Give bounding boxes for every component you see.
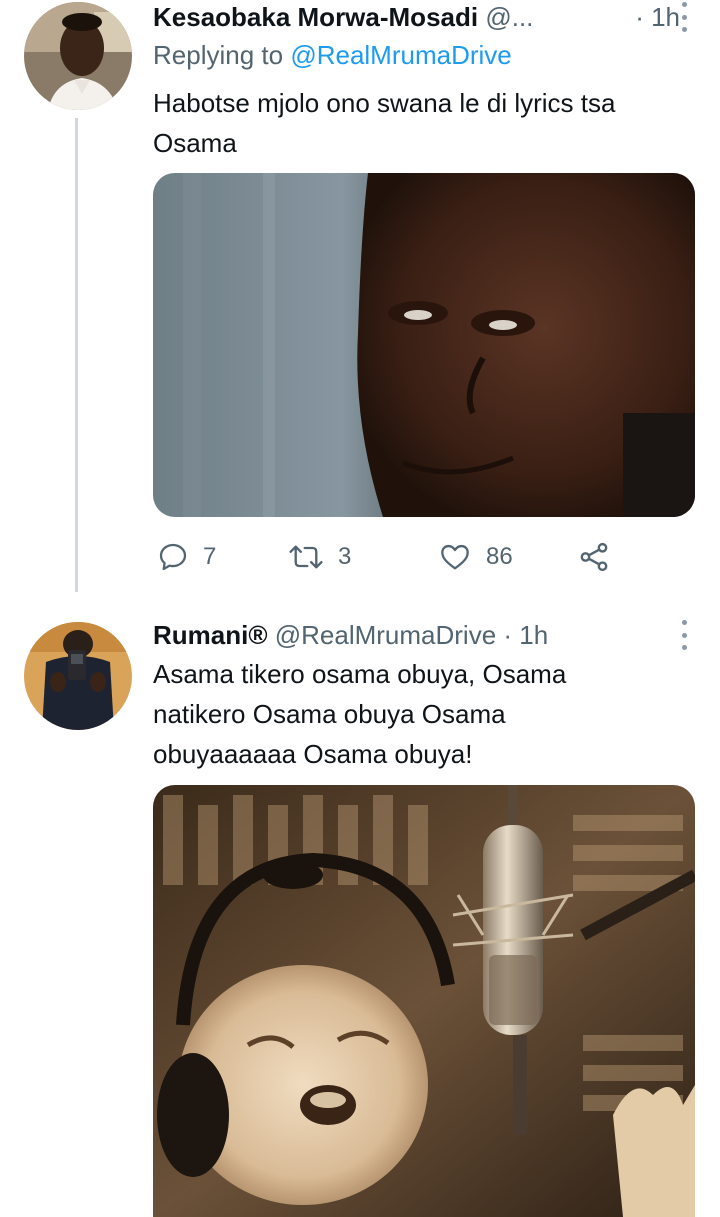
retweet-count: 3 [338, 543, 352, 570]
tweet-image-crying-man[interactable] [153, 173, 695, 517]
tweet-image-crying-baby[interactable] [153, 785, 695, 1217]
tweet-actions: 7 3 86 [153, 537, 693, 577]
tweet-header: Kesaobaka Morwa-Mosadi @... · 1h [153, 0, 680, 34]
like-count: 86 [486, 543, 513, 570]
more-options-icon[interactable] [678, 2, 690, 32]
avatar-kesaobaka[interactable] [24, 2, 132, 110]
author-handle[interactable]: @... [485, 2, 533, 32]
like-button[interactable]: 86 [438, 537, 513, 577]
replying-prefix: Replying to [153, 40, 284, 70]
more-options-icon[interactable] [678, 620, 690, 650]
tweet-time[interactable]: · 1h [503, 620, 548, 650]
reply-count: 7 [203, 543, 217, 570]
author-name[interactable]: Rumani® [153, 620, 268, 650]
tweet-text: Asama tikero osama obuya, Osama natikero… [153, 659, 567, 769]
thread-line [75, 118, 78, 592]
share-button[interactable] [577, 537, 611, 577]
avatar-rumani[interactable] [24, 622, 132, 730]
author-handle[interactable]: @RealMrumaDrive [275, 620, 496, 650]
share-icon [580, 542, 608, 572]
tweet-text: Habotse mjolo ono swana le di lyrics tsa… [153, 88, 616, 158]
replying-to: Replying to @RealMrumaDrive [153, 40, 512, 71]
author-name[interactable]: Kesaobaka Morwa-Mosadi [153, 2, 478, 32]
tweet-2[interactable]: Rumani® @RealMrumaDrive · 1h Asama tiker… [0, 618, 720, 1217]
tweet-time[interactable]: · 1h [635, 0, 680, 34]
replying-handle-link[interactable]: @RealMrumaDrive [290, 40, 511, 70]
tweet-header: Rumani® @RealMrumaDrive · 1h [153, 618, 680, 652]
reply-button[interactable]: 7 [157, 537, 216, 577]
retweet-button[interactable]: 3 [288, 537, 351, 577]
tweet-1[interactable]: Kesaobaka Morwa-Mosadi @... · 1h Replyin… [0, 0, 720, 600]
retweet-icon [289, 545, 323, 569]
heart-icon [441, 544, 469, 570]
reply-icon [159, 543, 187, 571]
